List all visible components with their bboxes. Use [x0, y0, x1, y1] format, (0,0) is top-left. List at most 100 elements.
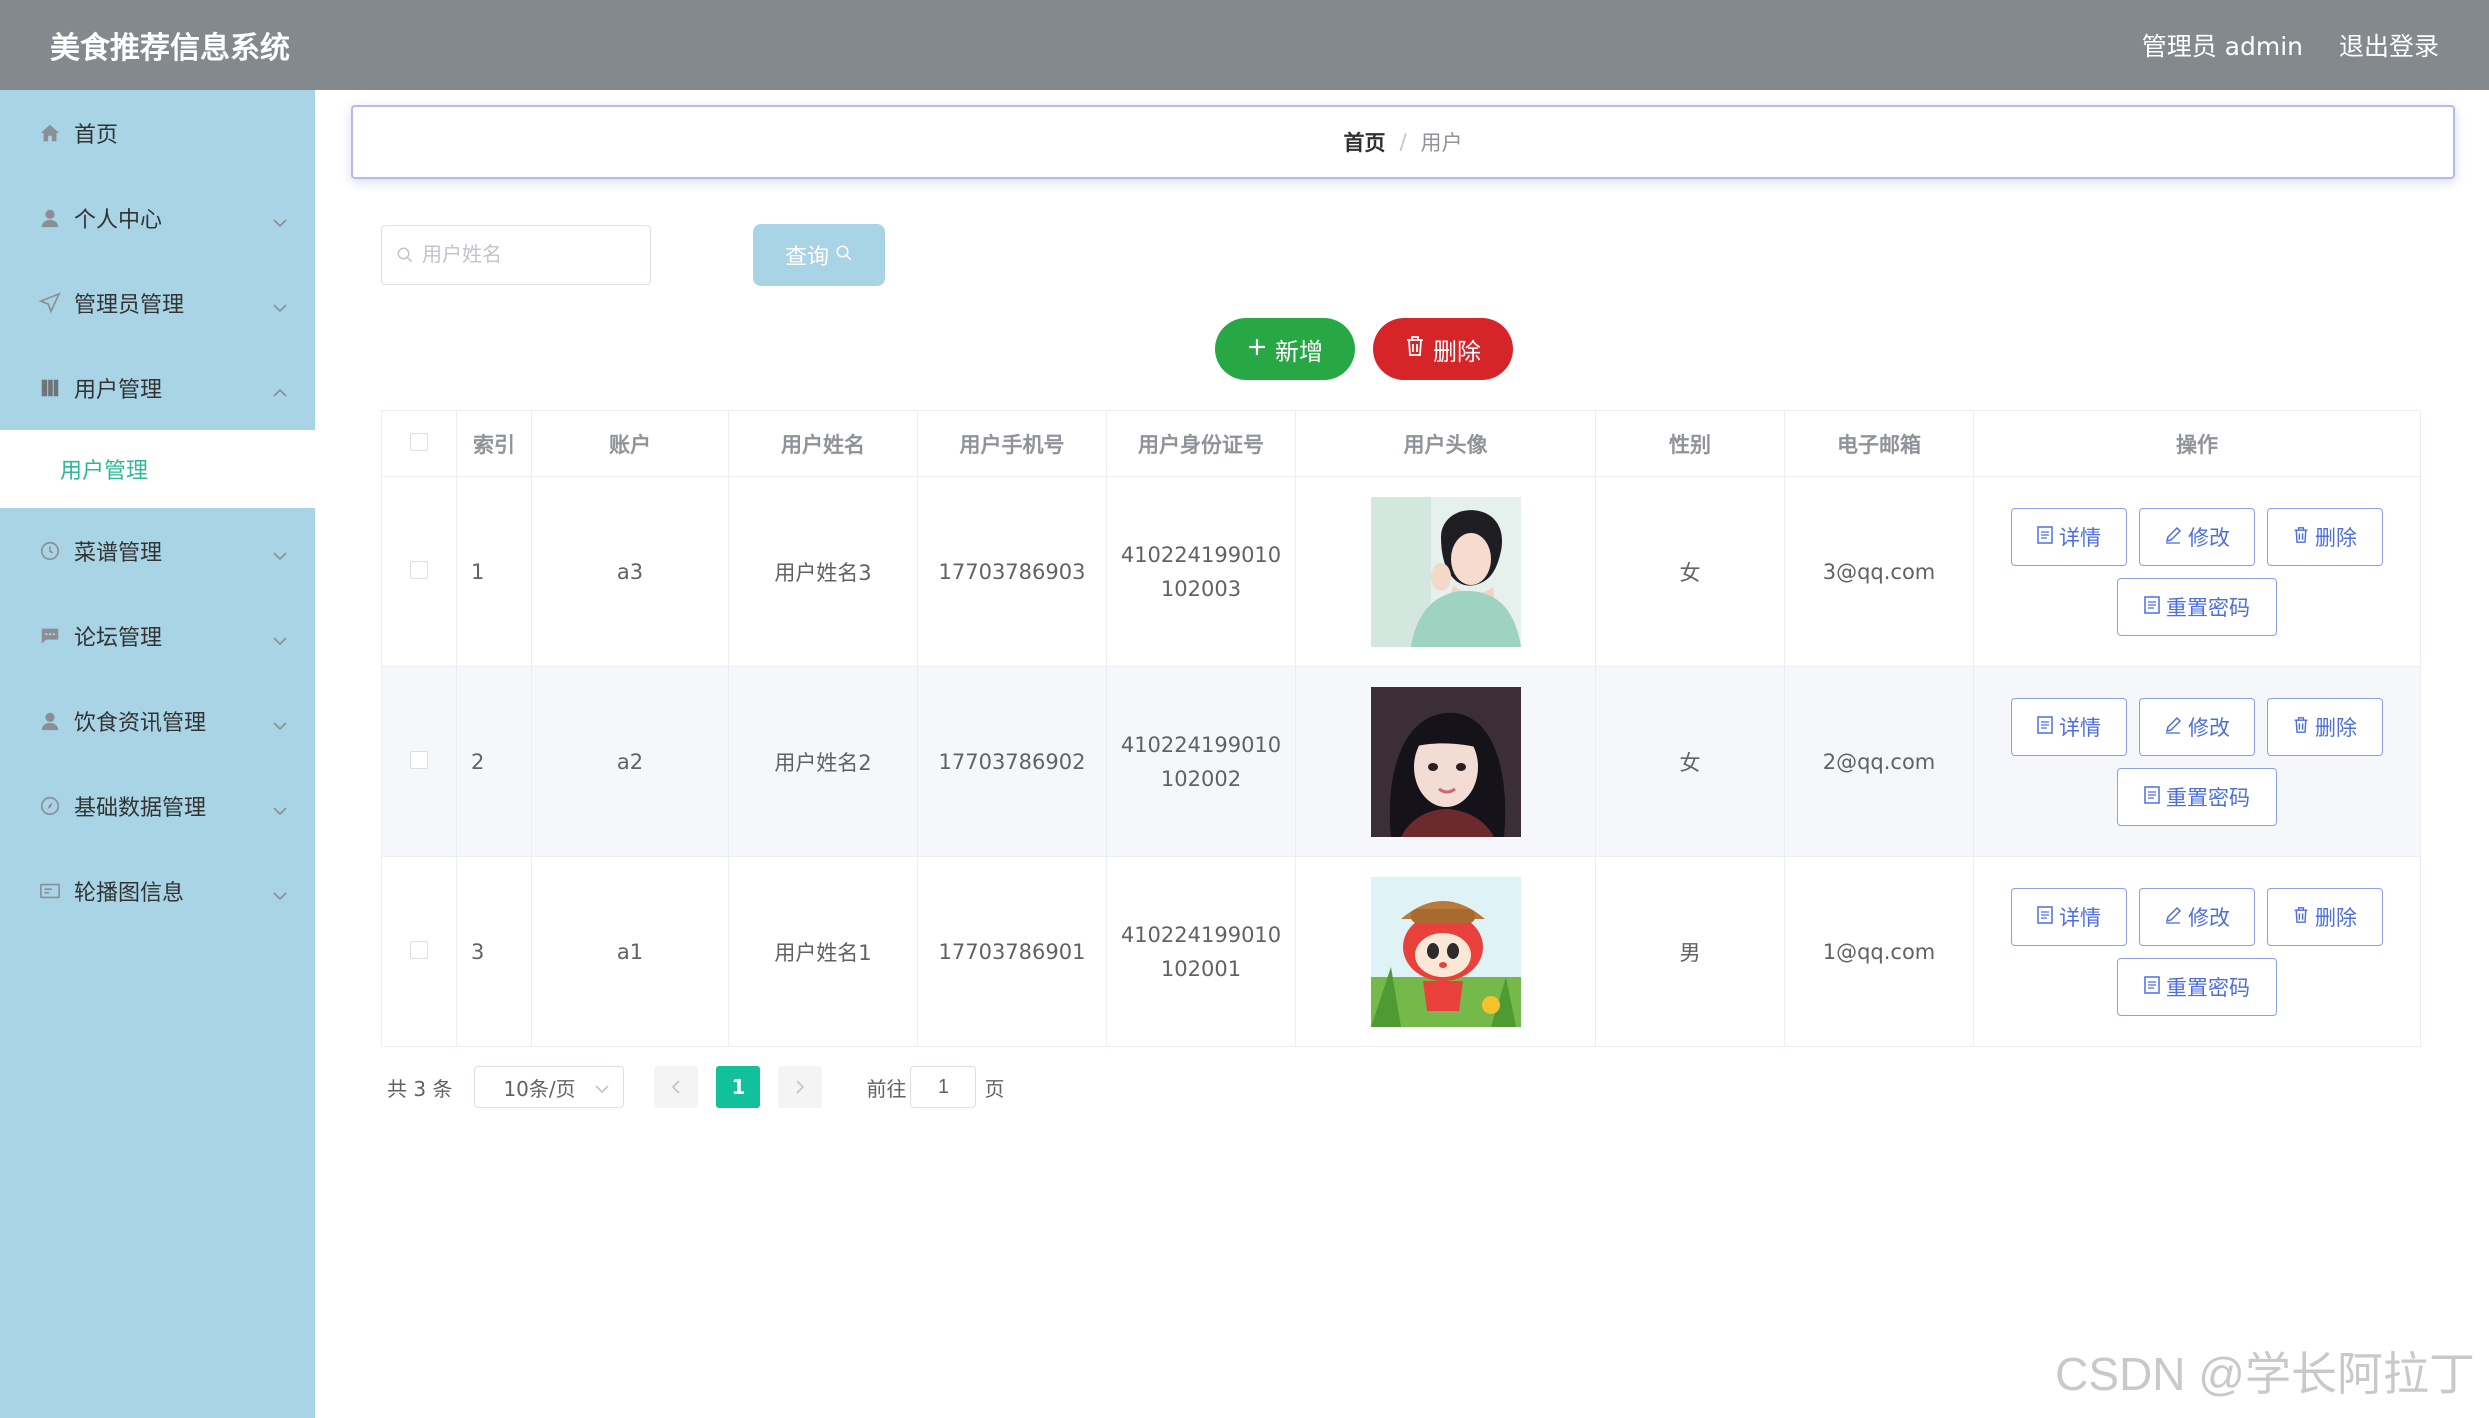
- goto-label: 前往: [866, 1076, 907, 1101]
- cell-account: a3: [531, 476, 729, 667]
- table-header-row: 索引 账户 用户姓名 用户手机号 用户身份证号 用户头像 性别 电子邮箱 操作: [381, 410, 2421, 477]
- delete-label: 删除: [1433, 337, 1481, 366]
- sidebar-item-label: 论坛管理: [74, 625, 163, 651]
- sidebar-item-home[interactable]: 首页: [0, 90, 315, 175]
- search-field[interactable]: [381, 225, 651, 285]
- header-select-all[interactable]: [381, 410, 457, 477]
- sidebar-item-recipes[interactable]: 菜谱管理: [0, 508, 315, 593]
- detail-label: 详情: [2059, 715, 2101, 740]
- chevron-down-icon: [273, 797, 287, 822]
- sidebar-item-news[interactable]: 饮食资讯管理: [0, 678, 315, 763]
- chevron-right-icon: [795, 1075, 805, 1099]
- pencil-icon: [2164, 715, 2182, 739]
- sidebar-item-forum[interactable]: 论坛管理: [0, 593, 315, 678]
- next-page-button[interactable]: [778, 1066, 823, 1108]
- reset-password-button[interactable]: 重置密码: [2117, 767, 2277, 826]
- cell-avatar: [1295, 666, 1596, 857]
- cell-phone: 17703786901: [917, 856, 1107, 1047]
- sidebar-item-label: 基础数据管理: [74, 795, 207, 821]
- chevron-down-icon: [273, 542, 287, 567]
- trash-icon: [2293, 525, 2309, 549]
- row-checkbox[interactable]: [410, 560, 428, 579]
- logout-link[interactable]: 退出登录: [2339, 27, 2439, 63]
- row-select[interactable]: [381, 856, 457, 1047]
- select-all-checkbox[interactable]: [410, 432, 428, 451]
- reset-password-label: 重置密码: [2166, 595, 2250, 620]
- sidebar-item-label: 用户管理: [74, 377, 163, 403]
- breadcrumb-home[interactable]: 首页: [1343, 127, 1385, 157]
- cell-email: 2@qq.com: [1784, 666, 1974, 857]
- trash-icon: [2293, 905, 2309, 929]
- row-select[interactable]: [381, 476, 457, 667]
- delete-button[interactable]: 删除: [2267, 507, 2383, 566]
- cell-actions: 详情 修改 删除 重置密码: [1973, 476, 2421, 667]
- top-bar: 美食推荐信息系统 管理员 admin 退出登录: [0, 0, 2489, 90]
- prev-page-button[interactable]: [654, 1066, 699, 1108]
- sidebar-item-profile[interactable]: 个人中心: [0, 175, 315, 260]
- page-number-1[interactable]: 1: [716, 1066, 761, 1108]
- detail-label: 详情: [2059, 525, 2101, 550]
- delete-label: 删除: [2315, 525, 2357, 550]
- idcard-line-1: 410224199010: [1120, 732, 1282, 757]
- pencil-icon: [2164, 525, 2182, 549]
- sidebar-item-carousel[interactable]: 轮播图信息: [0, 848, 315, 933]
- breadcrumb-current: 用户: [1420, 131, 1463, 155]
- header-account: 账户: [531, 410, 729, 477]
- document-icon: [2144, 785, 2160, 809]
- sidebar-item-label: 饮食资讯管理: [74, 710, 207, 736]
- compass-icon: [36, 792, 64, 820]
- detail-button[interactable]: 详情: [2011, 507, 2127, 566]
- avatar-girl-photo: [1370, 686, 1521, 837]
- avatar-woman-photo: [1370, 496, 1521, 647]
- search-icon: [396, 246, 414, 264]
- page-size-select[interactable]: 10条/页: [474, 1066, 625, 1108]
- add-button[interactable]: 新增: [1215, 318, 1355, 380]
- reset-password-button[interactable]: 重置密码: [2117, 577, 2277, 636]
- sidebar-item-basedata[interactable]: 基础数据管理: [0, 763, 315, 848]
- reset-password-label: 重置密码: [2166, 975, 2250, 1000]
- book-icon: [36, 374, 64, 402]
- page-suffix: 页: [984, 1076, 1005, 1101]
- reset-password-button[interactable]: 重置密码: [2117, 957, 2277, 1016]
- edit-button[interactable]: 修改: [2139, 887, 2255, 946]
- cell-index: 1: [456, 476, 532, 667]
- edit-button[interactable]: 修改: [2139, 507, 2255, 566]
- detail-button[interactable]: 详情: [2011, 697, 2127, 756]
- card-icon: [36, 877, 64, 905]
- chevron-down-icon: [273, 294, 287, 319]
- edit-label: 修改: [2188, 905, 2230, 930]
- query-label: 查询: [784, 245, 829, 270]
- search-input[interactable]: [422, 243, 622, 267]
- total-count: 共 3 条: [387, 1076, 453, 1101]
- breadcrumb: 首页 / 用户: [351, 105, 2455, 179]
- breadcrumb-separator: /: [1399, 130, 1407, 154]
- cell-account: a1: [531, 856, 729, 1047]
- batch-delete-button[interactable]: 删除: [1373, 318, 1513, 380]
- document-icon: [2037, 715, 2053, 739]
- cell-email: 3@qq.com: [1784, 476, 1974, 667]
- edit-button[interactable]: 修改: [2139, 697, 2255, 756]
- cell-name: 用户姓名2: [728, 666, 918, 857]
- row-checkbox[interactable]: [410, 940, 428, 959]
- delete-button[interactable]: 删除: [2267, 697, 2383, 756]
- row-checkbox[interactable]: [410, 750, 428, 769]
- sidebar-item-users[interactable]: 用户管理: [0, 345, 315, 430]
- cell-idcard: 410224199010 102001: [1106, 856, 1296, 1047]
- cell-index: 2: [456, 666, 532, 857]
- pencil-icon: [2164, 905, 2182, 929]
- chevron-down-icon: [273, 627, 287, 652]
- goto-page-input[interactable]: [910, 1066, 977, 1108]
- chevron-down-icon: [273, 209, 287, 234]
- sidebar-item-admins[interactable]: 管理员管理: [0, 260, 315, 345]
- submenu-item-users[interactable]: 用户管理: [0, 430, 315, 508]
- trash-icon: [2293, 715, 2309, 739]
- cell-phone: 17703786902: [917, 666, 1107, 857]
- detail-button[interactable]: 详情: [2011, 887, 2127, 946]
- user-icon: [36, 204, 64, 232]
- chevron-down-icon: [273, 712, 287, 737]
- row-select[interactable]: [381, 666, 457, 857]
- header-actions: 操作: [1973, 410, 2421, 477]
- delete-button[interactable]: 删除: [2267, 887, 2383, 946]
- query-button[interactable]: 查询: [753, 224, 885, 286]
- table-row: 2 a2 用户姓名2 17703786902 410224199010 10200…: [381, 666, 2421, 857]
